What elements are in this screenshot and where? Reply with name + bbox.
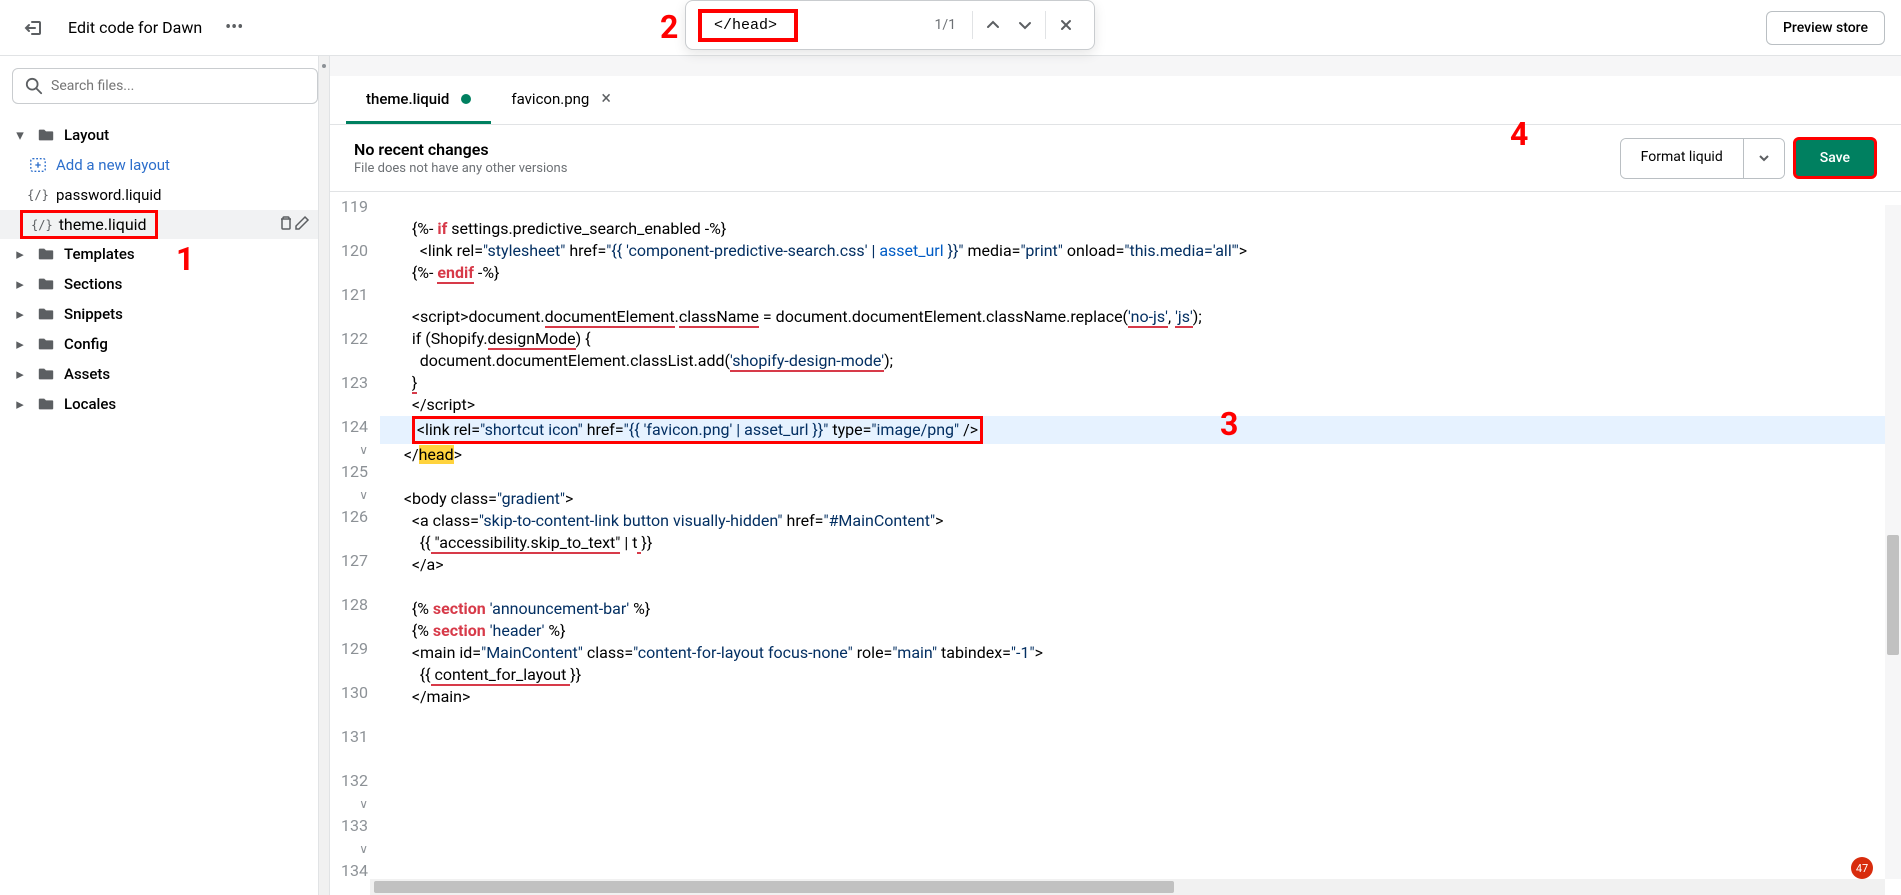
format-dropdown-button[interactable] xyxy=(1744,139,1784,178)
code-line-130[interactable]: </head> xyxy=(380,444,1901,466)
code-line-138[interactable]: {% section 'header' %} xyxy=(380,620,1901,642)
folder-locales[interactable]: ▸Locales xyxy=(0,389,330,419)
editor-area: theme.liquidfavicon.png× No recent chang… xyxy=(330,56,1901,895)
horizontal-scrollbar[interactable] xyxy=(370,879,1885,895)
error-count-badge[interactable]: 47 xyxy=(1851,857,1873,879)
line-number: 123 xyxy=(330,372,368,416)
code-line-133[interactable]: <a class="skip-to-content-link button vi… xyxy=(380,510,1901,532)
code-line-120[interactable]: {%- if settings.predictive_search_enable… xyxy=(380,218,1901,240)
search-icon xyxy=(25,77,43,95)
code-line-129[interactable]: <link rel="shortcut icon" href="{{ 'favi… xyxy=(380,416,1901,444)
sidebar-resizer[interactable] xyxy=(318,56,330,895)
code-line-131[interactable] xyxy=(380,466,1901,488)
code-line-122[interactable]: {%- endif -%} xyxy=(380,262,1901,284)
code-line-134[interactable]: {{ "accessibility.skip_to_text" | t }} xyxy=(380,532,1901,554)
code-line-141[interactable]: </main> xyxy=(380,686,1901,708)
file-sidebar: ▾LayoutAdd a new layout{/}password.liqui… xyxy=(0,56,330,895)
find-next-button[interactable] xyxy=(1009,9,1041,41)
file-search-input[interactable] xyxy=(51,78,305,94)
code-line-135[interactable]: </a> xyxy=(380,554,1901,576)
annotation-3: 3 xyxy=(1220,405,1238,443)
code-line-132[interactable]: <body class="gradient"> xyxy=(380,488,1901,510)
save-button[interactable]: Save xyxy=(1793,137,1877,179)
annotation-4: 4 xyxy=(1510,115,1528,153)
line-number: 133 ∨ xyxy=(330,815,368,860)
code-line-119[interactable] xyxy=(380,196,1901,218)
folder-assets[interactable]: ▸Assets xyxy=(0,359,330,389)
line-number: 119 xyxy=(330,196,368,240)
editor-toolbar: No recent changes File does not have any… xyxy=(330,125,1901,192)
folder-config[interactable]: ▸Config xyxy=(0,329,330,359)
tab-theme-liquid[interactable]: theme.liquid xyxy=(346,76,491,124)
format-liquid-button[interactable]: Format liquid xyxy=(1621,139,1744,178)
line-number: 121 xyxy=(330,284,368,328)
tab-favicon-png[interactable]: favicon.png× xyxy=(491,76,631,124)
code-line-140[interactable]: {{ content_for_layout }} xyxy=(380,664,1901,686)
annotation-1: 1 xyxy=(176,240,194,278)
edit-icon[interactable] xyxy=(294,216,310,235)
file-add-a-new-layout[interactable]: Add a new layout xyxy=(0,150,330,180)
folder-snippets[interactable]: ▸Snippets xyxy=(0,299,330,329)
preview-store-button[interactable]: Preview store xyxy=(1766,11,1885,45)
line-number: 130 xyxy=(330,682,368,726)
line-number: 127 xyxy=(330,550,368,594)
line-number: 124 ∨ xyxy=(330,416,368,461)
line-number: 131 xyxy=(330,726,368,770)
recent-changes-title: No recent changes xyxy=(354,140,567,159)
more-menu-button[interactable]: ••• xyxy=(218,12,250,44)
line-number: 128 xyxy=(330,594,368,638)
code-line-137[interactable]: {% section 'announcement-bar' %} xyxy=(380,598,1901,620)
code-line-127[interactable]: } xyxy=(380,372,1901,394)
line-number: 132 ∨ xyxy=(330,770,368,815)
code-line-123[interactable] xyxy=(380,284,1901,306)
find-close-button[interactable] xyxy=(1050,9,1082,41)
folder-layout[interactable]: ▾Layout xyxy=(0,120,330,150)
code-editor[interactable]: 119 120 121 122 123 124 ∨125 ∨126 127 12… xyxy=(330,192,1901,895)
code-line-121[interactable]: <link rel="stylesheet" href="{{ 'compone… xyxy=(380,240,1901,262)
recent-changes-subtitle: File does not have any other versions xyxy=(354,161,567,176)
find-popup: </head> 1/1 xyxy=(685,0,1095,50)
find-match-count: 1/1 xyxy=(934,17,956,33)
code-line-136[interactable] xyxy=(380,576,1901,598)
line-number: 129 xyxy=(330,638,368,682)
code-line-139[interactable]: <main id="MainContent" class="content-fo… xyxy=(380,642,1901,664)
code-line-125[interactable]: if (Shopify.designMode) { xyxy=(380,328,1901,350)
line-number: 125 ∨ xyxy=(330,461,368,506)
file-password-liquid[interactable]: {/}password.liquid xyxy=(0,180,330,210)
code-line-126[interactable]: document.documentElement.classList.add('… xyxy=(380,350,1901,372)
annotation-2: 2 xyxy=(660,8,678,46)
vertical-scrollbar[interactable] xyxy=(1885,205,1901,879)
modified-dot-icon xyxy=(461,94,471,104)
line-number: 120 xyxy=(330,240,368,284)
exit-button[interactable] xyxy=(16,10,52,46)
find-input[interactable]: </head> xyxy=(698,9,798,42)
delete-icon[interactable] xyxy=(278,216,294,235)
find-prev-button[interactable] xyxy=(977,9,1009,41)
line-number: 122 xyxy=(330,328,368,372)
line-number: 126 xyxy=(330,506,368,550)
file-search-box[interactable] xyxy=(12,68,318,104)
code-line-128[interactable]: </script> xyxy=(380,394,1901,416)
code-line-124[interactable]: <script>document.documentElement.classNa… xyxy=(380,306,1901,328)
file-theme-liquid[interactable]: {/}theme.liquid xyxy=(0,210,330,239)
close-tab-icon[interactable]: × xyxy=(601,88,611,109)
page-title: Edit code for Dawn xyxy=(68,18,202,37)
code-line-142[interactable] xyxy=(380,708,1901,730)
editor-tabs: theme.liquidfavicon.png× xyxy=(330,76,1901,125)
folder-templates[interactable]: ▸Templates xyxy=(0,239,330,269)
folder-sections[interactable]: ▸Sections xyxy=(0,269,330,299)
line-number: 134 xyxy=(330,860,368,895)
